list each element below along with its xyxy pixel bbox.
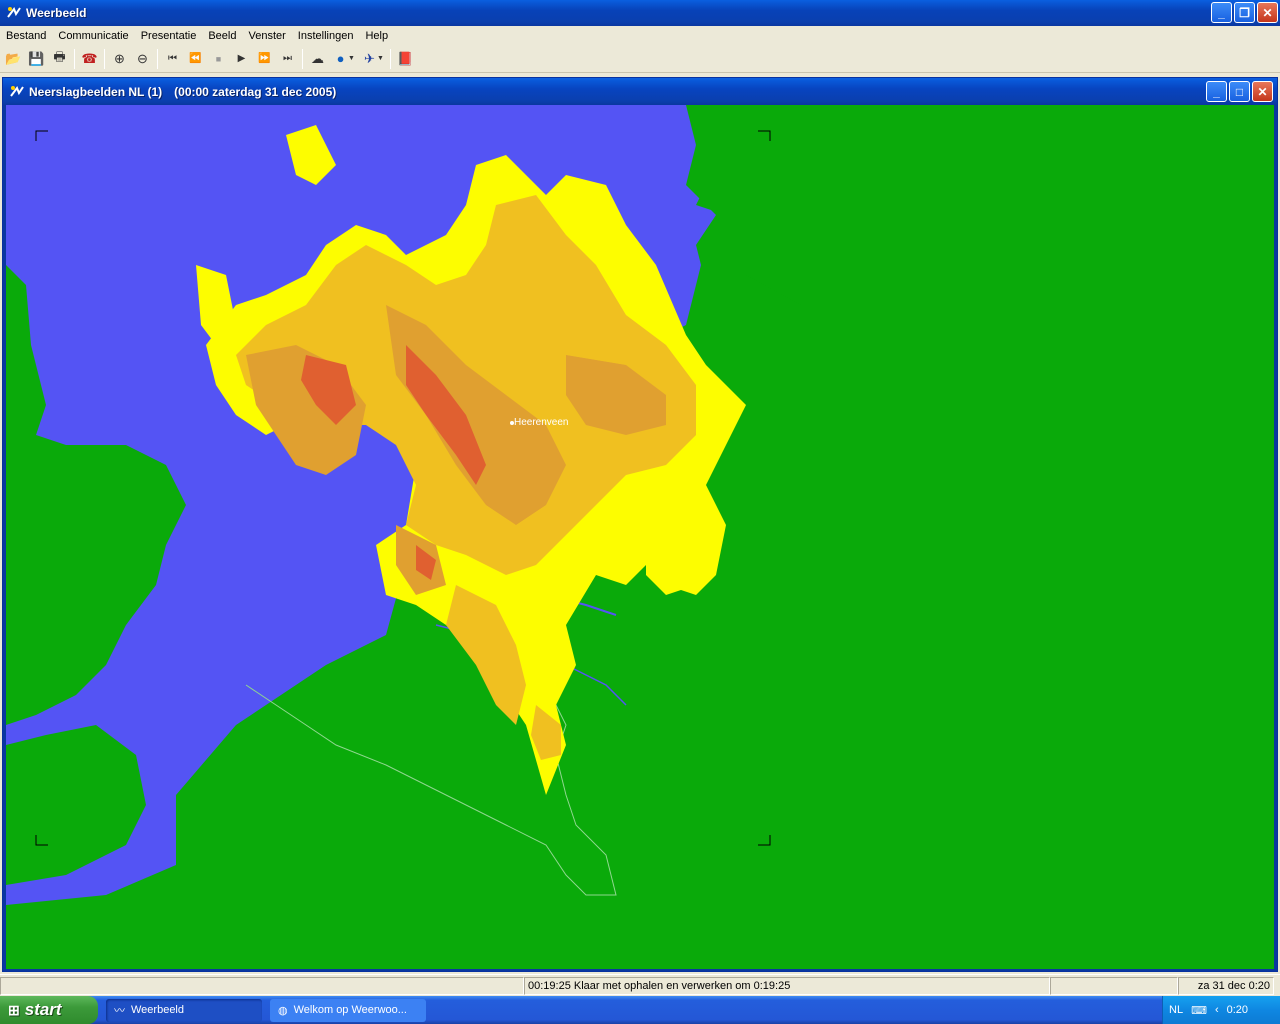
toolbar-separator	[390, 48, 391, 69]
book-icon: 📕	[397, 50, 414, 66]
taskbar-item-label: Welkom op Weerwoo...	[293, 1004, 407, 1016]
expand-tray-icon[interactable]: ‹	[1215, 1004, 1219, 1016]
menu-bar: Bestand Communicatie Presentatie Beeld V…	[0, 26, 1280, 45]
restore-icon: ❐	[1239, 5, 1250, 20]
close-icon: ✕	[1262, 5, 1273, 20]
app-title-bar[interactable]: Weerbeeld _ ❐ ✕	[0, 0, 1280, 26]
status-message: 00:19:25 Klaar met ophalen en verwerken …	[524, 976, 1050, 995]
radar-window-title-bar[interactable]: Neerslagbeelden NL (1) (00:00 zaterdag 3…	[3, 78, 1277, 105]
save-button[interactable]: 💾	[25, 48, 48, 70]
status-datetime: za 31 dec 0:20	[1178, 976, 1274, 995]
toolbar-separator	[302, 48, 303, 69]
rain-light	[286, 125, 336, 185]
status-bar: 00:19:25 Klaar met ophalen en verwerken …	[0, 974, 1280, 996]
app-logo-icon	[7, 6, 21, 18]
toolbar-separator	[157, 48, 158, 69]
app-logo-icon: 〰	[114, 1005, 125, 1017]
toolbar-separator	[104, 48, 105, 69]
zoom-in-icon: ⊕	[114, 50, 125, 66]
status-cell-empty	[0, 976, 524, 995]
radar-window-icon	[10, 85, 24, 97]
close-icon: ✕	[1257, 84, 1268, 99]
menu-venster[interactable]: Venster	[242, 30, 291, 42]
taskbar-item-browser[interactable]: ◍ Welkom op Weerwoo...	[270, 998, 426, 1022]
save-icon: 💾	[28, 50, 45, 66]
maximize-icon: □	[1235, 84, 1244, 99]
last-frame-button[interactable]: ⏭	[276, 48, 299, 70]
app-title: Weerbeeld	[26, 6, 87, 20]
book-button[interactable]: 📕	[394, 48, 417, 70]
minimize-button[interactable]: _	[1211, 2, 1232, 23]
menu-presentatie[interactable]: Presentatie	[135, 30, 203, 42]
weather-icon: ☁	[311, 50, 324, 66]
previous-frame-icon: ⏪	[189, 53, 202, 64]
satellite-dropdown-icon[interactable]: ▼	[377, 55, 387, 62]
play-icon: ▶	[237, 53, 246, 64]
print-icon: 🖶	[53, 48, 66, 64]
windows-logo-icon: ⊞	[8, 1001, 20, 1018]
radar-map-image	[6, 105, 1274, 969]
menu-instellingen[interactable]: Instellingen	[292, 30, 360, 42]
previous-frame-button[interactable]: ⏪	[184, 48, 207, 70]
clock[interactable]: 0:20	[1227, 1004, 1248, 1016]
keyboard-icon[interactable]: ⌨	[1191, 1004, 1207, 1017]
zoom-out-button[interactable]: ⊖	[131, 48, 154, 70]
status-cell-empty	[1050, 976, 1178, 995]
globe-icon: ●	[336, 51, 345, 66]
land-uk	[6, 265, 186, 725]
radar-window: Neerslagbeelden NL (1) (00:00 zaterdag 3…	[2, 77, 1278, 972]
menu-help[interactable]: Help	[359, 30, 394, 42]
start-button[interactable]: ⊞ start	[0, 996, 98, 1024]
open-folder-icon: 📂	[5, 50, 22, 66]
stop-button[interactable]: ■	[207, 48, 230, 70]
play-button[interactable]: ▶	[230, 48, 253, 70]
radar-map[interactable]: Heerenveen	[6, 105, 1274, 969]
frame-corner-mark	[35, 130, 48, 141]
land-uk-south	[6, 725, 146, 885]
stop-icon: ■	[215, 53, 222, 64]
print-button[interactable]: 🖶	[48, 48, 71, 70]
taskbar-item-label: Weerbeeld	[131, 1004, 184, 1016]
taskbar-item-weerbeeld[interactable]: 〰 Weerbeeld	[106, 998, 262, 1022]
connect-phone-icon: ☎	[81, 50, 98, 66]
satellite-icon: ✈	[364, 50, 375, 66]
minimize-icon: _	[1213, 84, 1220, 99]
radar-window-title: Neerslagbeelden NL (1)	[29, 84, 163, 99]
zoom-out-icon: ⊖	[137, 50, 148, 66]
next-frame-icon: ⏩	[258, 53, 271, 64]
browser-icon: ◍	[278, 1004, 288, 1017]
toolbar: 📂 💾 🖶 ☎ ⊕ ⊖ ⏮ ⏪ ■ ▶ ⏩ ⏭ ☁ ● ▼ ✈ ▼ 📕	[0, 45, 1280, 73]
open-button[interactable]: 📂	[2, 48, 25, 70]
zoom-in-button[interactable]: ⊕	[108, 48, 131, 70]
first-frame-icon: ⏮	[168, 53, 177, 64]
child-maximize-button[interactable]: □	[1229, 81, 1250, 102]
close-button[interactable]: ✕	[1257, 2, 1278, 23]
child-minimize-button[interactable]: _	[1206, 81, 1227, 102]
language-indicator[interactable]: NL	[1169, 1004, 1183, 1016]
radar-window-timestamp: (00:00 zaterdag 31 dec 2005)	[174, 84, 337, 99]
taskbar: ⊞ start 〰 Weerbeeld ◍ Welkom op Weerwoo.…	[0, 996, 1280, 1024]
globe-dropdown-icon[interactable]: ▼	[348, 55, 358, 62]
menu-beeld[interactable]: Beeld	[202, 30, 242, 42]
menu-communicatie[interactable]: Communicatie	[52, 30, 134, 42]
restore-button[interactable]: ❐	[1234, 2, 1255, 23]
menu-bestand[interactable]: Bestand	[0, 30, 52, 42]
place-label-heerenveen: Heerenveen	[514, 417, 569, 428]
weather-button[interactable]: ☁	[306, 48, 329, 70]
system-tray: NL ⌨ ‹ 0:20	[1162, 996, 1280, 1024]
next-frame-button[interactable]: ⏩	[253, 48, 276, 70]
toolbar-separator	[74, 48, 75, 69]
last-frame-icon: ⏭	[283, 53, 292, 64]
minimize-icon: _	[1218, 5, 1225, 20]
child-close-button[interactable]: ✕	[1252, 81, 1273, 102]
connect-button[interactable]: ☎	[78, 48, 101, 70]
start-label: start	[24, 1000, 62, 1019]
first-frame-button[interactable]: ⏮	[161, 48, 184, 70]
